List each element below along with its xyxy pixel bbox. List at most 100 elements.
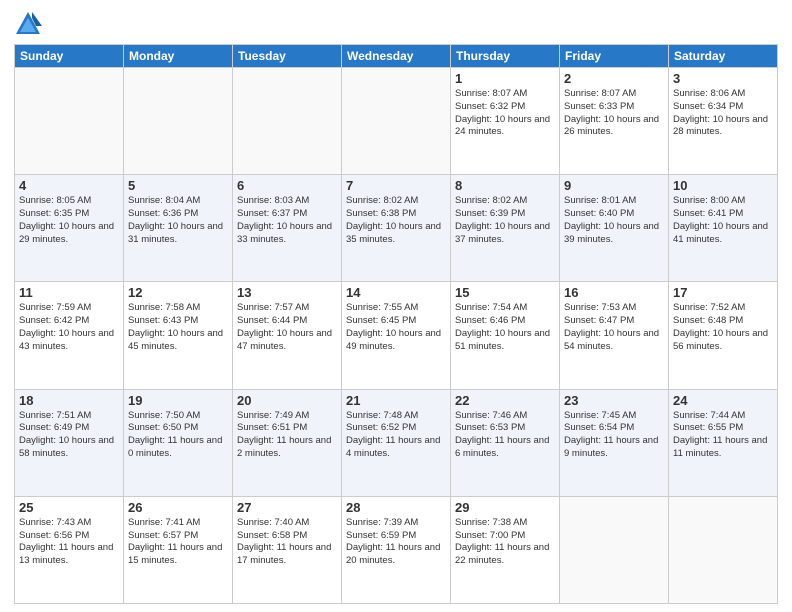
calendar-day: 1 Sunrise: 8:07 AM Sunset: 6:32 PM Daylig… — [451, 68, 560, 175]
calendar-day — [15, 68, 124, 175]
calendar-day: 10 Sunrise: 8:00 AM Sunset: 6:41 PM Dayli… — [669, 175, 778, 282]
header — [14, 10, 778, 38]
calendar-day: 6 Sunrise: 8:03 AM Sunset: 6:37 PM Daylig… — [233, 175, 342, 282]
day-number: 13 — [237, 285, 337, 300]
day-number: 29 — [455, 500, 555, 515]
calendar-day: 22 Sunrise: 7:46 AM Sunset: 6:53 PM Dayli… — [451, 389, 560, 496]
calendar-day: 12 Sunrise: 7:58 AM Sunset: 6:43 PM Dayli… — [124, 282, 233, 389]
calendar-day: 17Sunrise: 7:52 AM Sunset: 6:48 PM Dayli… — [669, 282, 778, 389]
calendar-day: 26 Sunrise: 7:41 AM Sunset: 6:57 PM Dayli… — [124, 496, 233, 603]
day-number: 11 — [19, 285, 119, 300]
day-number: 12 — [128, 285, 228, 300]
calendar-day: 5 Sunrise: 8:04 AM Sunset: 6:36 PM Daylig… — [124, 175, 233, 282]
calendar-day — [233, 68, 342, 175]
day-info: Sunrise: 8:07 AM Sunset: 6:32 PM Dayligh… — [455, 88, 555, 139]
day-info: Sunrise: 7:52 AM Sunset: 6:48 PM Dayligh… — [673, 302, 773, 353]
weekday-header-thursday: Thursday — [451, 45, 560, 68]
calendar-table: SundayMondayTuesdayWednesdayThursdayFrid… — [14, 44, 778, 604]
day-info: Sunrise: 8:01 AM Sunset: 6:40 PM Dayligh… — [564, 195, 664, 246]
day-number: 25 — [19, 500, 119, 515]
day-info: Sunrise: 7:59 AM Sunset: 6:42 PM Dayligh… — [19, 302, 119, 353]
day-number: 4 — [19, 178, 119, 193]
day-number: 3 — [673, 71, 773, 86]
day-number: 7 — [346, 178, 446, 193]
day-info: Sunrise: 7:40 AM Sunset: 6:58 PM Dayligh… — [237, 517, 337, 568]
day-info: Sunrise: 7:57 AM Sunset: 6:44 PM Dayligh… — [237, 302, 337, 353]
day-info: Sunrise: 8:07 AM Sunset: 6:33 PM Dayligh… — [564, 88, 664, 139]
weekday-header-sunday: Sunday — [15, 45, 124, 68]
day-info: Sunrise: 7:43 AM Sunset: 6:56 PM Dayligh… — [19, 517, 119, 568]
day-info: Sunrise: 7:55 AM Sunset: 6:45 PM Dayligh… — [346, 302, 446, 353]
calendar-day: 13 Sunrise: 7:57 AM Sunset: 6:44 PM Dayli… — [233, 282, 342, 389]
calendar-day: 24 Sunrise: 7:44 AM Sunset: 6:55 PM Dayli… — [669, 389, 778, 496]
day-number: 21 — [346, 393, 446, 408]
calendar-week-1: 1 Sunrise: 8:07 AM Sunset: 6:32 PM Daylig… — [15, 68, 778, 175]
calendar-day — [669, 496, 778, 603]
calendar-day: 16Sunrise: 7:53 AM Sunset: 6:47 PM Dayli… — [560, 282, 669, 389]
weekday-header-friday: Friday — [560, 45, 669, 68]
calendar-day — [560, 496, 669, 603]
day-info: Sunrise: 8:05 AM Sunset: 6:35 PM Dayligh… — [19, 195, 119, 246]
calendar-day: 4 Sunrise: 8:05 AM Sunset: 6:35 PM Daylig… — [15, 175, 124, 282]
day-number: 15 — [455, 285, 555, 300]
day-info: Sunrise: 7:44 AM Sunset: 6:55 PM Dayligh… — [673, 410, 773, 461]
day-info: Sunrise: 8:04 AM Sunset: 6:36 PM Dayligh… — [128, 195, 228, 246]
calendar-day: 14 Sunrise: 7:55 AM Sunset: 6:45 PM Dayli… — [342, 282, 451, 389]
day-info: Sunrise: 7:39 AM Sunset: 6:59 PM Dayligh… — [346, 517, 446, 568]
calendar-week-2: 4 Sunrise: 8:05 AM Sunset: 6:35 PM Daylig… — [15, 175, 778, 282]
calendar-day: 25 Sunrise: 7:43 AM Sunset: 6:56 PM Dayli… — [15, 496, 124, 603]
calendar-day: 19 Sunrise: 7:50 AM Sunset: 6:50 PM Dayli… — [124, 389, 233, 496]
day-number: 8 — [455, 178, 555, 193]
day-number: 9 — [564, 178, 664, 193]
calendar-week-3: 11 Sunrise: 7:59 AM Sunset: 6:42 PM Dayli… — [15, 282, 778, 389]
calendar-header-row: SundayMondayTuesdayWednesdayThursdayFrid… — [15, 45, 778, 68]
page: SundayMondayTuesdayWednesdayThursdayFrid… — [0, 0, 792, 612]
day-number: 27 — [237, 500, 337, 515]
day-number: 20 — [237, 393, 337, 408]
day-number: 10 — [673, 178, 773, 193]
calendar-day: 27 Sunrise: 7:40 AM Sunset: 6:58 PM Dayli… — [233, 496, 342, 603]
day-number: 26 — [128, 500, 228, 515]
day-info: Sunrise: 8:03 AM Sunset: 6:37 PM Dayligh… — [237, 195, 337, 246]
day-info: Sunrise: 7:46 AM Sunset: 6:53 PM Dayligh… — [455, 410, 555, 461]
day-number: 19 — [128, 393, 228, 408]
day-number: 1 — [455, 71, 555, 86]
day-info: Sunrise: 7:45 AM Sunset: 6:54 PM Dayligh… — [564, 410, 664, 461]
calendar-day: 23 Sunrise: 7:45 AM Sunset: 6:54 PM Dayli… — [560, 389, 669, 496]
weekday-header-wednesday: Wednesday — [342, 45, 451, 68]
weekday-header-saturday: Saturday — [669, 45, 778, 68]
calendar-day: 21Sunrise: 7:48 AM Sunset: 6:52 PM Dayli… — [342, 389, 451, 496]
day-info: Sunrise: 8:06 AM Sunset: 6:34 PM Dayligh… — [673, 88, 773, 139]
day-number: 6 — [237, 178, 337, 193]
calendar-day: 3 Sunrise: 8:06 AM Sunset: 6:34 PM Daylig… — [669, 68, 778, 175]
day-number: 28 — [346, 500, 446, 515]
day-number: 22 — [455, 393, 555, 408]
day-number: 23 — [564, 393, 664, 408]
day-info: Sunrise: 7:58 AM Sunset: 6:43 PM Dayligh… — [128, 302, 228, 353]
day-info: Sunrise: 8:00 AM Sunset: 6:41 PM Dayligh… — [673, 195, 773, 246]
calendar-week-4: 18 Sunrise: 7:51 AM Sunset: 6:49 PM Dayli… — [15, 389, 778, 496]
calendar-day: 20 Sunrise: 7:49 AM Sunset: 6:51 PM Dayli… — [233, 389, 342, 496]
calendar-day: 29 Sunrise: 7:38 AM Sunset: 7:00 PM Dayli… — [451, 496, 560, 603]
calendar-day: 28 Sunrise: 7:39 AM Sunset: 6:59 PM Dayli… — [342, 496, 451, 603]
calendar-day: 8 Sunrise: 8:02 AM Sunset: 6:39 PM Daylig… — [451, 175, 560, 282]
day-info: Sunrise: 7:51 AM Sunset: 6:49 PM Dayligh… — [19, 410, 119, 461]
day-number: 2 — [564, 71, 664, 86]
calendar-day — [342, 68, 451, 175]
calendar-day: 15Sunrise: 7:54 AM Sunset: 6:46 PM Dayli… — [451, 282, 560, 389]
day-number: 24 — [673, 393, 773, 408]
day-info: Sunrise: 7:38 AM Sunset: 7:00 PM Dayligh… — [455, 517, 555, 568]
day-number: 18 — [19, 393, 119, 408]
weekday-header-monday: Monday — [124, 45, 233, 68]
day-number: 16 — [564, 285, 664, 300]
day-number: 5 — [128, 178, 228, 193]
day-info: Sunrise: 7:49 AM Sunset: 6:51 PM Dayligh… — [237, 410, 337, 461]
day-info: Sunrise: 8:02 AM Sunset: 6:38 PM Dayligh… — [346, 195, 446, 246]
day-info: Sunrise: 7:41 AM Sunset: 6:57 PM Dayligh… — [128, 517, 228, 568]
calendar-week-5: 25 Sunrise: 7:43 AM Sunset: 6:56 PM Dayli… — [15, 496, 778, 603]
day-number: 14 — [346, 285, 446, 300]
day-info: Sunrise: 7:50 AM Sunset: 6:50 PM Dayligh… — [128, 410, 228, 461]
calendar-day: 2 Sunrise: 8:07 AM Sunset: 6:33 PM Daylig… — [560, 68, 669, 175]
day-info: Sunrise: 8:02 AM Sunset: 6:39 PM Dayligh… — [455, 195, 555, 246]
weekday-header-tuesday: Tuesday — [233, 45, 342, 68]
